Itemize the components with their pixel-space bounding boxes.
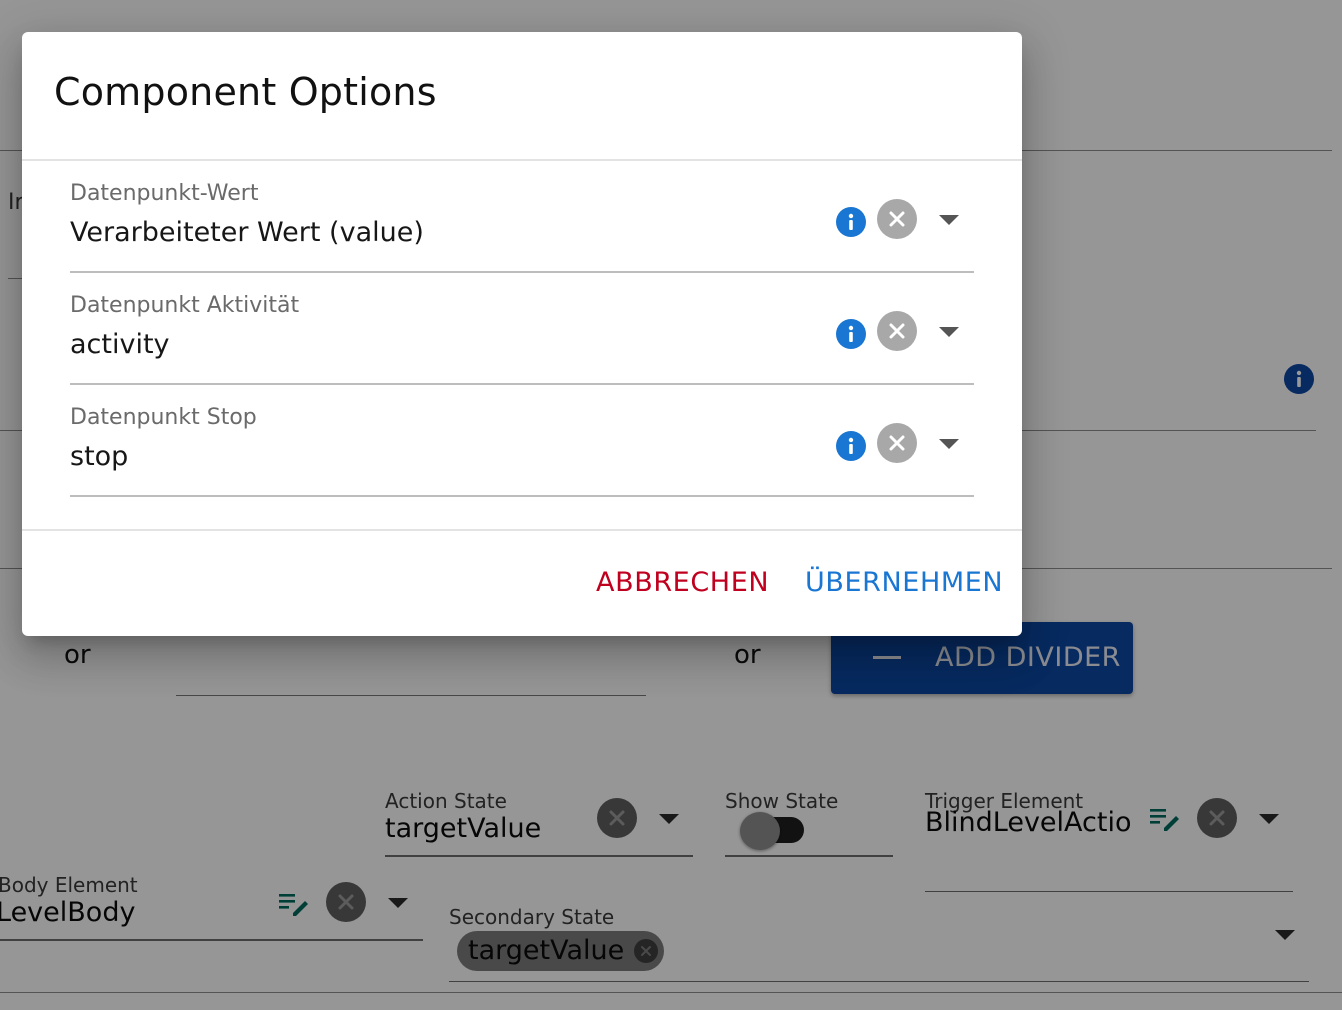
- cancel-button[interactable]: ABBRECHEN: [596, 567, 769, 598]
- field-label: Datenpunkt-Wert: [70, 181, 259, 206]
- dialog-title: Component Options: [54, 70, 437, 114]
- field-underline: [70, 495, 974, 497]
- field-label: Datenpunkt Aktivität: [70, 293, 300, 318]
- field-value[interactable]: activity: [70, 329, 170, 360]
- info-icon[interactable]: [836, 319, 866, 349]
- chevron-down-icon[interactable]: [939, 439, 959, 449]
- chevron-down-icon[interactable]: [939, 327, 959, 337]
- datenpunkt-wert-select[interactable]: Datenpunkt-Wert Verarbeiteter Wert (valu…: [70, 161, 974, 273]
- datenpunkt-aktivitaet-select[interactable]: Datenpunkt Aktivität activity: [70, 273, 974, 385]
- info-icon[interactable]: [836, 431, 866, 461]
- datenpunkt-stop-select[interactable]: Datenpunkt Stop stop: [70, 385, 974, 497]
- field-value[interactable]: Verarbeiteter Wert (value): [70, 217, 424, 248]
- clear-icon[interactable]: [877, 199, 917, 239]
- clear-icon[interactable]: [877, 423, 917, 463]
- chevron-down-icon[interactable]: [939, 215, 959, 225]
- field-value[interactable]: stop: [70, 441, 128, 472]
- apply-button[interactable]: ÜBERNEHMEN: [805, 567, 1003, 598]
- clear-icon[interactable]: [877, 311, 917, 351]
- info-icon[interactable]: [836, 207, 866, 237]
- component-options-dialog: Component Options Datenpunkt-Wert Verarb…: [22, 32, 1022, 636]
- field-label: Datenpunkt Stop: [70, 405, 257, 430]
- dialog-divider: [22, 529, 1022, 531]
